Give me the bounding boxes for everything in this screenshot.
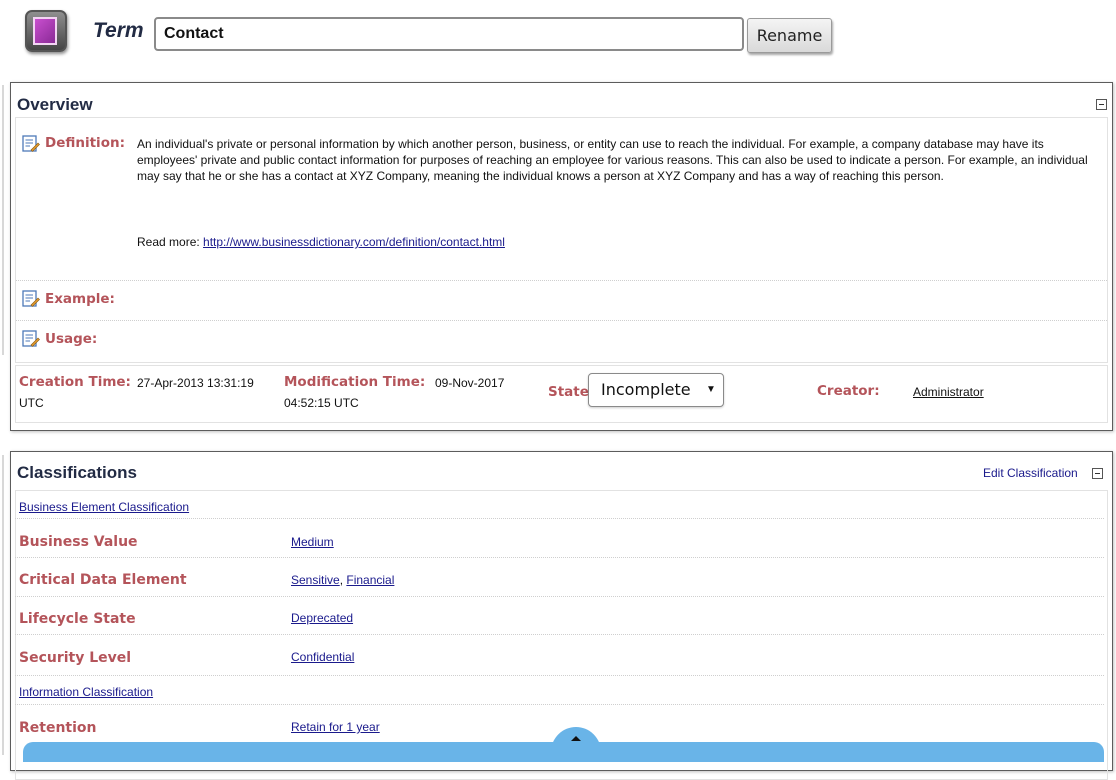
classification-values: Sensitive, Financial [291,573,395,587]
overview-title: Overview [17,95,93,114]
creator-label: Creator: [817,383,880,399]
classification-value-link[interactable]: Retain for 1 year [291,720,380,734]
creation-time-label: Creation Time: [19,374,131,390]
definition-label: Definition: [45,135,125,151]
classification-label: Critical Data Element [19,572,187,588]
expand-up-icon [571,736,581,741]
classification-group-link[interactable]: Business Element Classification [19,500,189,514]
classification-label: Security Level [19,650,132,666]
classifications-panel: Classifications Edit Classification [10,451,1113,780]
state-selected-value: Incomplete [601,380,691,399]
state-dropdown[interactable]: Incomplete ▼ [588,373,724,407]
modification-time-value-2: 04:52:15 UTC [284,396,359,410]
classification-label: Business Value [19,534,138,550]
example-label: Example: [45,291,115,307]
creation-time-value: 27-Apr-2013 13:31:19 [137,376,254,390]
classification-value-link[interactable]: Financial [346,573,394,587]
term-book-icon [25,10,67,52]
read-more-link[interactable]: http://www.businessdictionary.com/defini… [203,235,505,249]
term-label: Term [93,19,144,42]
modification-time-value: 09-Nov-2017 [435,376,505,390]
note-edit-icon [22,290,40,307]
classifications-title: Classifications [17,463,137,482]
classification-value-link[interactable]: Medium [291,535,334,549]
classification-value-link[interactable]: Sensitive [291,573,340,587]
rename-button[interactable]: Rename [747,18,832,53]
classification-value-link[interactable]: Confidential [291,650,354,664]
creation-time-value-tz: UTC [19,396,44,410]
creator-link[interactable]: Administrator [913,383,984,401]
note-edit-icon [22,330,40,347]
edit-classification-link[interactable]: Edit Classification [983,466,1078,480]
classification-value-link[interactable]: Deprecated [291,611,353,625]
read-more: Read more: http://www.businessdictionary… [137,235,505,249]
term-header: Term Rename [0,0,1116,72]
left-gutter-line [2,455,4,755]
classification-label: Retention [19,720,97,736]
classification-label: Lifecycle State [19,611,136,627]
note-edit-icon [22,135,40,152]
collapse-icon[interactable] [1092,468,1103,479]
definition-text: An individual's private or personal info… [137,137,1088,183]
left-gutter-line [2,85,4,355]
usage-label: Usage: [45,331,98,347]
classification-group-link[interactable]: Information Classification [19,685,153,699]
dropdown-arrow-icon: ▼ [706,384,716,395]
collapse-icon[interactable] [1096,99,1107,110]
modification-time-label: Modification Time: [284,374,426,390]
term-name-input[interactable] [154,17,744,51]
